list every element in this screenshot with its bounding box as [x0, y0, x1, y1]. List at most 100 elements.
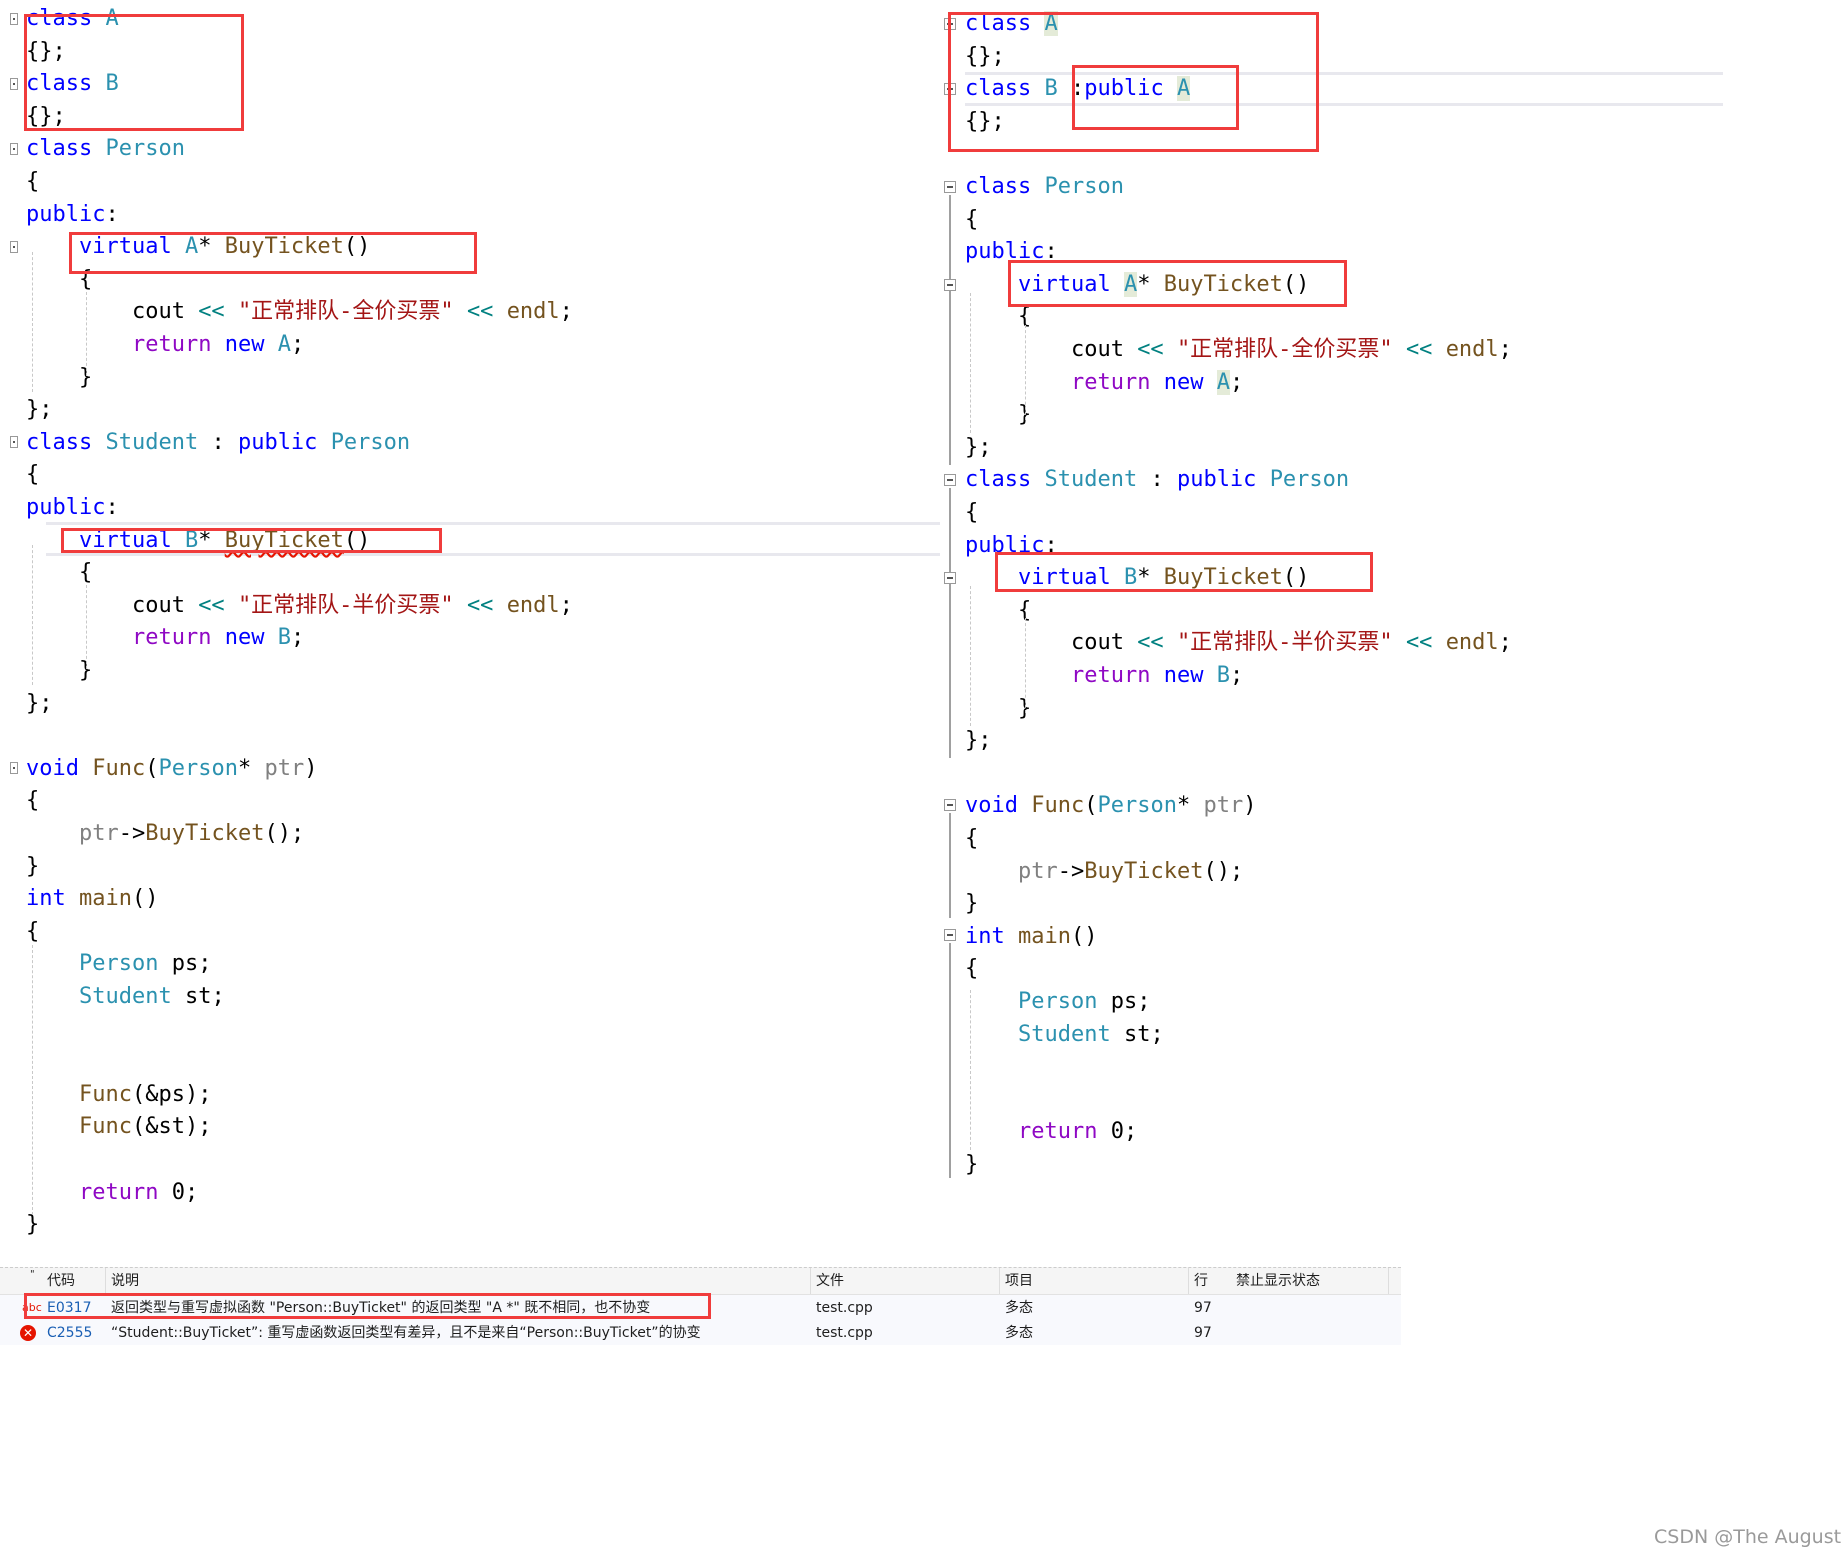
code-token-plain: st; — [171, 984, 225, 1009]
code-line[interactable]: return new A; — [965, 367, 1243, 399]
code-line[interactable]: }; — [965, 725, 992, 757]
fold-toggle-icon[interactable] — [944, 474, 956, 486]
code-token-plain: : — [105, 495, 119, 520]
error-description: “Student::BuyTicket”: 重写虚函数返回类型有差异，且不是来自… — [111, 1325, 701, 1341]
code-line[interactable]: return 0; — [26, 1177, 198, 1209]
code-line[interactable]: class Person — [965, 171, 1124, 203]
fold-toggle-icon[interactable] — [10, 241, 18, 253]
code-line[interactable]: return new B; — [26, 622, 304, 654]
code-line[interactable]: cout << "正常排队-半价买票" << endl; — [965, 627, 1512, 659]
code-line[interactable]: void Func(Person* ptr) — [26, 753, 317, 785]
fold-toggle-icon[interactable] — [10, 78, 18, 90]
column-divider[interactable] — [1388, 1268, 1389, 1294]
code-line[interactable]: ptr->BuyTicket(); — [26, 818, 304, 850]
column-header-file[interactable]: 文件 — [816, 1268, 844, 1294]
code-line[interactable]: int main() — [26, 883, 158, 915]
code-line[interactable]: Func(&ps); — [26, 1079, 211, 1111]
code-line[interactable]: class Student : public Person — [965, 464, 1349, 496]
code-line[interactable]: }; — [26, 394, 53, 426]
column-divider[interactable] — [810, 1268, 811, 1294]
code-line[interactable]: { — [965, 823, 978, 855]
code-token-keyword: void — [26, 755, 79, 781]
column-header-project[interactable]: 项目 — [1005, 1268, 1033, 1294]
code-line[interactable]: Func(&st); — [26, 1111, 211, 1143]
fold-toggle-icon[interactable] — [944, 181, 956, 193]
code-line[interactable]: class Student : public Person — [26, 427, 410, 459]
left-code-editor[interactable]: class A {}; class B {}; class Person {public:… — [26, 0, 940, 1250]
code-line[interactable]: }; — [26, 688, 53, 720]
code-line[interactable]: return 0; — [965, 1116, 1137, 1148]
code-line[interactable]: return new B; — [965, 660, 1243, 692]
fold-toggle-icon[interactable] — [944, 279, 956, 291]
code-line[interactable]: return new A; — [26, 329, 304, 361]
code-line[interactable]: } — [965, 1149, 978, 1181]
fold-toggle-icon[interactable] — [944, 799, 956, 811]
code-line[interactable]: Student st; — [965, 1019, 1164, 1051]
code-token-type: B — [1216, 663, 1230, 688]
error-circle-icon: ✕ — [20, 1325, 36, 1341]
code-line[interactable]: void Func(Person* ptr) — [965, 790, 1256, 822]
code-token-plain: } — [26, 853, 40, 879]
right-code-editor[interactable]: class A {}; class B :public A {}; class Pers… — [965, 0, 1825, 1200]
code-line[interactable]: { — [965, 497, 978, 529]
code-line[interactable]: class Person — [26, 133, 185, 165]
fold-toggle-icon[interactable] — [944, 929, 956, 941]
code-line[interactable]: { — [26, 785, 39, 817]
code-line[interactable]: int main() — [965, 921, 1097, 953]
code-line[interactable]: cout << "正常排队-全价买票" << endl; — [965, 334, 1512, 366]
column-header-line[interactable]: 行 — [1194, 1268, 1208, 1294]
code-token-plain: ( — [1084, 793, 1098, 819]
code-line[interactable]: { — [26, 459, 39, 491]
code-line[interactable]: } — [965, 693, 1031, 725]
fold-guide — [949, 195, 951, 465]
code-line[interactable]: public: — [26, 492, 119, 524]
code-line[interactable]: } — [965, 399, 1031, 431]
fold-toggle-icon[interactable] — [10, 143, 18, 155]
code-line[interactable]: cout << "正常排队-全价买票" << endl; — [26, 296, 573, 328]
fold-toggle-icon[interactable] — [10, 762, 18, 774]
code-line[interactable]: ptr->BuyTicket(); — [965, 856, 1243, 888]
code-line[interactable]: { — [26, 166, 39, 198]
code-line[interactable]: } — [26, 362, 92, 394]
code-line[interactable]: { — [26, 557, 92, 589]
code-line[interactable]: } — [26, 851, 39, 883]
error-row[interactable]: ✕ C2555 “Student::BuyTicket”: 重写虚函数返回类型有… — [0, 1320, 1401, 1345]
code-token-type: A — [1216, 369, 1230, 395]
code-line[interactable]: cout << "正常排队-半价买票" << endl; — [26, 590, 573, 622]
code-line[interactable]: { — [965, 953, 978, 985]
code-line[interactable]: { — [965, 595, 1031, 627]
code-line[interactable]: }; — [965, 432, 992, 464]
code-line[interactable]: Person ps; — [965, 986, 1150, 1018]
sort-icon[interactable]: " — [30, 1262, 35, 1288]
fold-toggle-icon[interactable] — [10, 436, 18, 448]
indent-guide — [970, 586, 971, 726]
code-token-return: return — [131, 332, 212, 357]
annotation-box-inheritance-right — [1072, 65, 1239, 130]
code-token-plain: cout — [965, 337, 1138, 362]
fold-toggle-icon[interactable] — [944, 572, 956, 584]
fold-toggle-icon[interactable] — [10, 13, 18, 25]
column-header-description[interactable]: 说明 — [111, 1268, 139, 1294]
code-line[interactable]: Student st; — [26, 981, 225, 1013]
code-line[interactable]: } — [26, 655, 92, 687]
column-divider[interactable] — [1188, 1268, 1189, 1294]
code-line[interactable]: } — [965, 888, 978, 920]
code-line[interactable]: { — [26, 916, 39, 948]
code-token-keyword: public — [1176, 467, 1257, 493]
column-header-code[interactable]: 代码 — [47, 1268, 75, 1294]
code-line[interactable]: { — [965, 204, 978, 236]
column-header-suppression[interactable]: 禁止显示状态 — [1236, 1268, 1320, 1294]
code-line[interactable]: public: — [26, 199, 119, 231]
code-token-keyword: public — [237, 429, 318, 455]
column-divider[interactable] — [105, 1268, 106, 1294]
error-code[interactable]: C2555 — [47, 1320, 92, 1346]
code-line[interactable]: Person ps; — [26, 948, 211, 980]
indent-guide — [1025, 618, 1026, 713]
column-divider[interactable] — [999, 1268, 1000, 1294]
